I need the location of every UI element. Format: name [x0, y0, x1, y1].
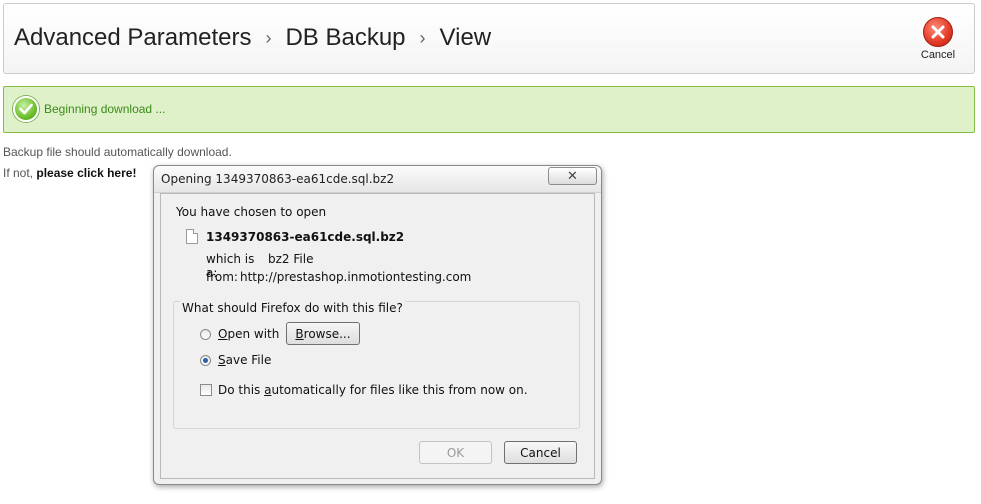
fallback-prefix: If not,	[3, 166, 34, 180]
auto-action-checkbox[interactable]	[200, 384, 212, 396]
fallback-info-text: If not, please click here!	[3, 166, 136, 180]
save-file-label[interactable]: Save File	[218, 353, 271, 367]
breadcrumb: Advanced Parameters › DB Backup › View	[14, 24, 491, 52]
open-with-label[interactable]: Open with	[218, 327, 279, 341]
breadcrumb-chevron-icon: ›	[419, 27, 426, 48]
download-dialog: Opening 1349370863-ea61cde.sql.bz2 ✕ You…	[153, 165, 602, 485]
dialog-content: You have chosen to open 1349370863-ea61c…	[160, 193, 595, 479]
page-header: Advanced Parameters › DB Backup › View C…	[3, 3, 975, 74]
success-alert: Beginning download ...	[3, 86, 975, 133]
dialog-cancel-button[interactable]: Cancel	[504, 441, 577, 464]
auto-action-label[interactable]: Do this automatically for files like thi…	[218, 383, 528, 397]
browse-button[interactable]: Browse...	[286, 322, 360, 345]
click-here-link[interactable]: please click here!	[36, 166, 136, 180]
file-source-value: http://prestashop.inmotiontesting.com	[240, 270, 472, 284]
dialog-heading: You have chosen to open	[176, 205, 327, 219]
file-source-label: from:	[206, 270, 238, 284]
breadcrumb-item-view: View	[439, 24, 492, 51]
breadcrumb-item-advanced-parameters[interactable]: Advanced Parameters	[14, 24, 251, 52]
file-source-row: from: http://prestashop.inmotiontesting.…	[206, 270, 471, 284]
download-info-text: Backup file should automatically downloa…	[3, 145, 232, 159]
file-icon	[186, 229, 198, 244]
cancel-button[interactable]: Cancel	[918, 17, 958, 65]
dialog-titlebar[interactable]: Opening 1349370863-ea61cde.sql.bz2 ✕	[154, 166, 601, 193]
close-icon: ✕	[567, 168, 578, 184]
save-file-radio[interactable]	[200, 355, 211, 366]
download-info-line: Backup file should automatically downloa…	[3, 145, 232, 159]
file-action-group: What should Firefox do with this file? O…	[173, 301, 580, 429]
file-action-group-label: What should Firefox do with this file?	[180, 301, 405, 315]
dialog-title: Opening 1349370863-ea61cde.sql.bz2	[161, 172, 395, 186]
file-name: 1349370863-ea61cde.sql.bz2	[206, 229, 405, 244]
breadcrumb-chevron-icon: ›	[265, 27, 272, 48]
breadcrumb-item-db-backup[interactable]: DB Backup	[285, 24, 405, 52]
dialog-close-button[interactable]: ✕	[548, 167, 597, 185]
cancel-button-label: Cancel	[920, 49, 956, 61]
open-with-radio[interactable]	[200, 329, 211, 340]
file-info: 1349370863-ea61cde.sql.bz2	[186, 229, 404, 244]
success-message: Beginning download ...	[44, 102, 166, 116]
checkmark-circle-icon	[13, 96, 39, 122]
close-circle-icon	[923, 17, 953, 47]
ok-button[interactable]: OK	[419, 441, 492, 464]
